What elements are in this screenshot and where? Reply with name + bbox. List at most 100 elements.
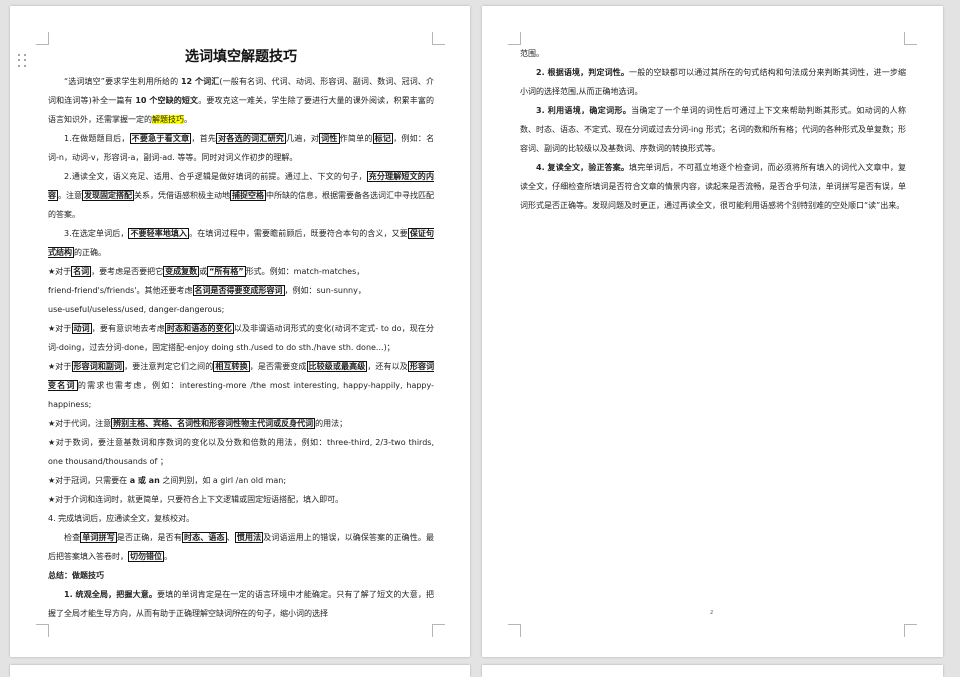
text-run: ，首先 [191, 134, 217, 143]
boxed-keyword: 时态和语态的变化 [164, 323, 234, 334]
text-run: ★对于介词和连词时，就更简单，只要符合上下文逻辑或固定短语搭配，填入即可。 [48, 495, 344, 504]
page-1-body: 选词填空解题技巧 “选词填空”要求学生利用所给的 12 个词汇(一般有名词、代词… [48, 46, 435, 623]
boxed-keyword: 发现固定搭配 [82, 190, 134, 201]
bold-text: a 或 an [129, 476, 160, 485]
text-run: 4. 完成填词后，应通读全文，复核校对。 [48, 514, 195, 523]
step-1-paragraph: 1.在做题题目后， 不要急于看文章 ，首先 对各选的词汇研究 几遍，对 词性 作简单的 标记，… [48, 129, 434, 167]
boxed-keyword: 词性 [319, 133, 340, 144]
next-page-top-edge [482, 665, 943, 677]
page-number: 1 [238, 610, 242, 616]
bold-text: 4. 复读全文，验正答案。 [536, 163, 630, 172]
text-run: ，要有意识地去考虑 [91, 324, 165, 333]
text-run: 之间判别，如 a girl /an old man; [159, 476, 287, 485]
text-run: ★对于 [48, 267, 72, 276]
boxed-keyword: 辨别主格、宾格、名词性和形容词性物主代词或反身代词 [111, 418, 316, 429]
boxed-keyword: 动词 [71, 323, 92, 334]
numeral-tip: ★对于数词，要注意基数词和序数词的变化以及分数和倍数的用法，例如：three-t… [48, 433, 434, 471]
text-run: 关系，凭借语感积极主动地 [134, 191, 230, 200]
crop-mark [432, 624, 445, 637]
text-run: 的正确。 [74, 248, 106, 257]
text-run: 几遍，对 [286, 134, 320, 143]
boxed-keyword: 时态、语态 [181, 532, 227, 543]
boxed-keyword: 名词 [71, 266, 92, 277]
bold-text: 10 个空缺的短文 [135, 96, 199, 105]
bold-text: 12 个词汇 [180, 77, 220, 86]
text-run: 。注意 [58, 191, 82, 200]
text-run: ★对于数词，要注意基数词和序数词的变化以及分数和倍数的用法，例如：three-t… [48, 438, 434, 466]
boxed-keyword: 单词拼写 [80, 532, 117, 543]
verb-tip: ★对于 动词 ，要有意识地去考虑 时态和语态的变化 以及非谓语动词形式的变化(动词不定式… [48, 319, 434, 357]
bold-text: 2. 根据语境，判定词性。 [536, 68, 630, 77]
text-run: 形式。例如：match-matches， [245, 267, 365, 276]
crop-mark [904, 624, 917, 637]
tip-2-paragraph: 2. 根据语境，判定词性。一般的空缺都可以通过其所在的句式结构和句法成分来判断其… [520, 63, 906, 101]
text-run: 或 [199, 267, 208, 276]
step-3-paragraph: 3.在选定单词后， 不要轻率地填入 。在填词过程中，需要瞻前顾后，既要符合本句的含义… [48, 224, 435, 262]
noun-tip-line-3: use-useful/useless/used, danger-dangerou… [48, 300, 434, 319]
boxed-keyword: “所有格” [207, 266, 246, 277]
step-4-paragraph: 4. 完成填词后，应通读全文，复核校对。 [48, 509, 434, 528]
text-run: ★对于代词，注意 [48, 419, 112, 428]
boxed-keyword: 切勿错位 [128, 551, 164, 562]
boxed-keyword: 名词是否得要变成形容词 [192, 285, 285, 296]
page-2-body: 范围。 2. 根据语境，判定词性。一般的空缺都可以通过其所在的句式结构和句法成分… [520, 44, 906, 215]
boxed-keyword: 对各选的词汇研究 [216, 133, 287, 144]
boxed-keyword: 不要急于看文章 [129, 133, 192, 144]
text-run: ，还有以及 [367, 362, 408, 371]
text-run: 作简单的 [339, 134, 373, 143]
boxed-keyword: 相互转换 [213, 361, 250, 372]
text-run: ，要注意判定它们之间的 [124, 362, 214, 371]
crop-mark [36, 32, 49, 45]
boxed-keyword: 捕捉空格 [230, 190, 266, 201]
article-tip: ★对于冠词，只需要在 a 或 an 之间判别，如 a girl /an old … [48, 471, 434, 490]
page-number: 2 [710, 610, 714, 616]
highlighted-text: 解题技巧 [152, 115, 184, 124]
text-run: 范围。 [520, 49, 544, 58]
text-run: 3.在选定单词后， [64, 229, 129, 238]
text-run: 、 [226, 533, 235, 542]
text-run: 1.在做题题目后， [64, 134, 130, 143]
text-run: friend-friend's/friends'。其他还要考虑 [48, 286, 193, 295]
tip-1-paragraph: 1. 统观全局，把握大意。要填的单词肯定是在一定的语言环境中才能确定。只有了解了… [48, 585, 434, 623]
tip-4-paragraph: 4. 复读全文，验正答案。填完单词后，不可孤立地逐个检查词，而必须将所有填入的词… [520, 158, 906, 215]
noun-tip-line-2: friend-friend's/friends'。其他还要考虑 名词是否得要变成形… [48, 281, 434, 300]
tip-3-paragraph: 3. 利用语境，确定词形。当确定了一个单词的词性后可通过上下文来帮助判断其形式。… [520, 101, 906, 158]
document-page-1: 选词填空解题技巧 “选词填空”要求学生利用所给的 12 个词汇(一般有名词、代词… [10, 6, 470, 657]
document-page-2: 范围。 2. 根据语境，判定词性。一般的空缺都可以通过其所在的句式结构和句法成分… [482, 6, 943, 657]
boxed-keyword: 形容词和副词 [71, 361, 125, 372]
continuation-text: 范围。 [520, 44, 906, 63]
summary-heading: 总结：做题技巧 [48, 571, 104, 580]
bold-text: 1. 统观全局，把握大意。 [64, 590, 158, 599]
crop-mark [432, 32, 445, 45]
preposition-tip: ★对于介词和连词时，就更简单，只要符合上下文逻辑或固定短语搭配，填入即可。 [48, 490, 434, 509]
text-run: 是否正确，是否有 [116, 533, 182, 542]
intro-paragraph: “选词填空”要求学生利用所给的 12 个词汇(一般有名词、代词、动词、形容词、副… [48, 72, 434, 129]
crop-mark [36, 624, 49, 637]
boxed-keyword: 不要轻率地填入 [128, 228, 190, 239]
crop-mark [508, 624, 521, 637]
text-run: ，是否需要变成 [249, 362, 307, 371]
noun-tip-line: ★对于 名词 ，要考虑是否要把它 变成复数或 “所有格” 形式。例如：match-matc… [48, 262, 434, 281]
boxed-keyword: 变成复数 [163, 266, 200, 277]
text-run: 2.通读全文，语义充足、适用、合乎逻辑是做好填词的前提。通过上、下文的句子， [64, 172, 367, 181]
text-run: 的需求也需考虑，例如：interesting-more /the most in… [48, 381, 434, 409]
check-paragraph: 检查 单词拼写 是否正确，是否有 时态、语态、惯用法 及词语运用上的错误，以确保答案的正… [48, 528, 434, 566]
document-title: 选词填空解题技巧 [185, 49, 297, 65]
text-run: ★对于 [48, 324, 72, 333]
text-run: ，例如：sun-sunny， [284, 286, 366, 295]
boxed-keyword: 标记 [372, 133, 394, 144]
step-2-paragraph: 2.通读全文，语义充足、适用、合乎逻辑是做好填词的前提。通过上、下文的句子， 充分… [48, 167, 435, 224]
text-run: 检查 [64, 533, 81, 542]
pronoun-tip: ★对于代词，注意 辨别主格、宾格、名词性和形容词性物主代词或反身代词 的用法； [48, 414, 434, 433]
text-run: ★对于冠词，只需要在 [48, 476, 130, 485]
next-page-top-edge [10, 665, 470, 677]
text-run: use-useful/useless/used, danger-dangerou… [48, 305, 225, 314]
text-run: 。 [164, 552, 172, 561]
drag-handle-icon[interactable] [18, 54, 27, 68]
boxed-keyword: 惯用法 [234, 532, 264, 543]
text-run: 。在填词过程中，需要瞻前顾后，既要符合本句的含义，又要 [189, 229, 408, 238]
text-run: 的用法； [315, 419, 348, 428]
text-run: ★对于 [48, 362, 72, 371]
text-run: 。 [184, 115, 192, 124]
text-run: “选词填空”要求学生利用所给的 [64, 77, 181, 86]
